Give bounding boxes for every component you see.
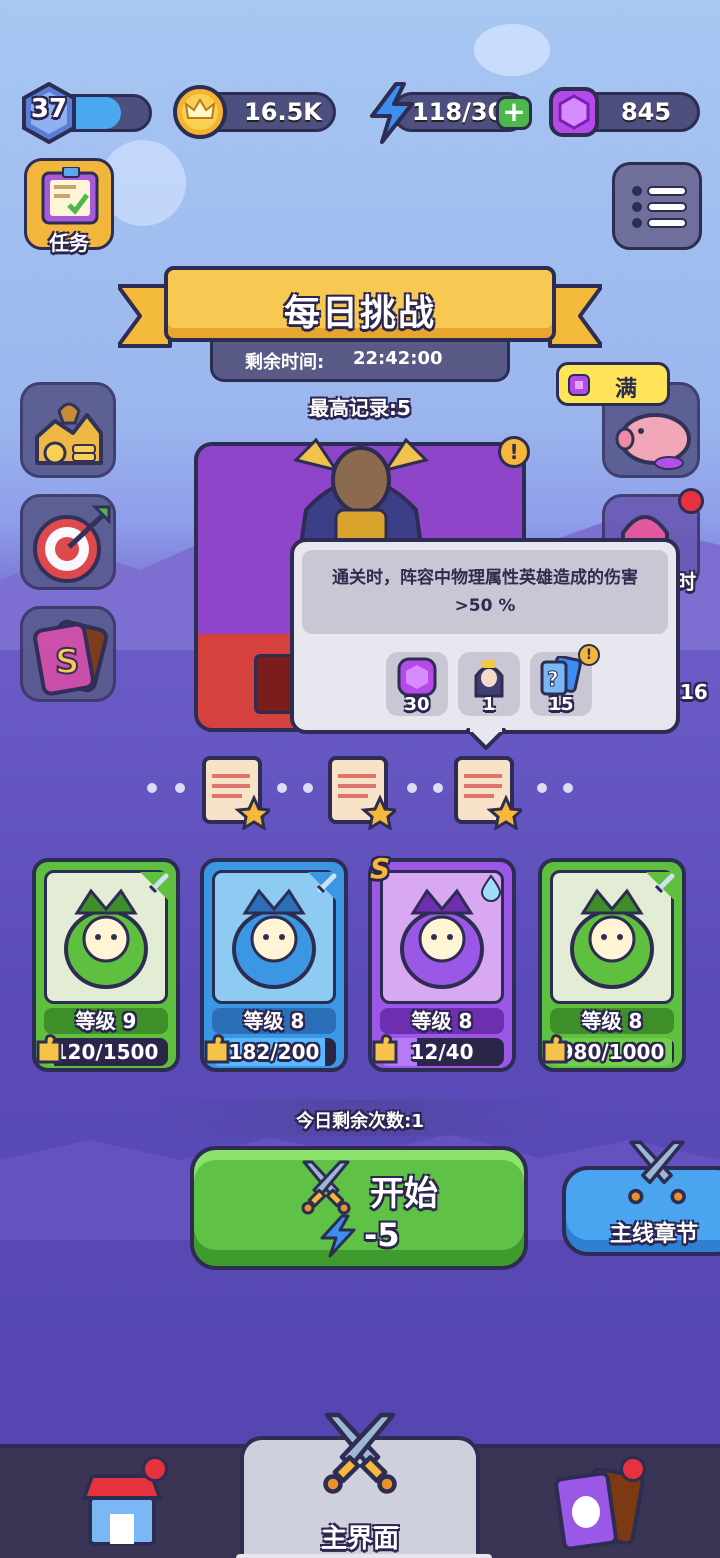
clipboard-icon [41, 167, 99, 225]
s-rank-card-icon: S [33, 619, 109, 696]
start-label: 开始 [370, 1174, 438, 1214]
challenge-title: 每日挑战 [283, 293, 436, 334]
remaining-attempts: 今日剩余次数:1 [296, 1111, 424, 1132]
sword-class-icon [646, 872, 676, 902]
start-challenge-button[interactable]: 开始 -5 [190, 1146, 528, 1270]
reward-hero-shard[interactable]: 1 [458, 652, 520, 716]
crossed-swords-icon [323, 1412, 397, 1494]
main-chapter-label: 主线章节 [610, 1222, 699, 1247]
hero-level: 等级 9 [44, 1008, 168, 1034]
tasks-button[interactable]: 任务 [24, 158, 114, 255]
exclamation-icon: ! [509, 440, 519, 464]
crown-coin-icon [173, 85, 227, 139]
nav-home-label: 主界面 [320, 1524, 399, 1554]
puzzle-piece-icon [542, 1034, 568, 1064]
puzzle-piece-icon [372, 1034, 398, 1064]
stage-scroll-3[interactable] [450, 752, 522, 830]
start-energy-cost: -5 [364, 1216, 400, 1254]
gold-amount: 16.5K [244, 98, 322, 126]
piggy-bank-status-bubble: 满 [556, 362, 670, 406]
piggy-bank-icon [615, 413, 691, 470]
hero-card[interactable]: 等级 8 182/200 [200, 858, 348, 1072]
hero-card[interactable]: 等级 9 120/1500 [32, 858, 180, 1072]
challenge-title-banner: 每日挑战 [164, 266, 556, 342]
nav-cards[interactable] [546, 1456, 656, 1556]
treasure-rewards-button[interactable] [20, 382, 116, 478]
exclamation-icon: ! [585, 647, 593, 663]
countdown-value: 22:42:00 [353, 348, 443, 369]
remaining-attempts-bar: 今日剩余次数:1 [160, 1100, 560, 1136]
purple-gem-icon [549, 87, 599, 137]
stage-scroll-2[interactable] [324, 752, 396, 830]
countdown-label: 剩余时间: [245, 352, 325, 373]
crossed-swords-icon [628, 1140, 686, 1205]
puzzle-piece-icon [36, 1034, 62, 1064]
svg-text:?: ? [547, 667, 559, 691]
shop-notification-dot [142, 1456, 168, 1482]
plus-icon: + [502, 95, 526, 128]
crossed-swords-icon [301, 1160, 351, 1215]
side-partial-number: 16 [680, 680, 708, 704]
svg-text:S: S [55, 642, 80, 682]
best-record: 最高记录:5 [309, 396, 411, 420]
small-gem-icon [568, 374, 590, 396]
reward-count: 15 [548, 694, 574, 715]
lightning-icon [370, 82, 414, 144]
hero-level: 等级 8 [380, 1008, 504, 1034]
add-energy-button[interactable]: + [496, 95, 532, 130]
s-card-button[interactable]: S [20, 606, 116, 702]
lightning-icon [320, 1214, 356, 1258]
countdown-bar: 剩余时间: 22:42:00 [210, 342, 510, 382]
hero-card[interactable]: 等级 8 12/40 [368, 858, 516, 1072]
sword-class-icon [140, 872, 170, 902]
rank-badge: S [370, 852, 391, 885]
purple-gem-icon [397, 657, 437, 697]
tasks-label: 任务 [49, 231, 89, 255]
hero-level: 等级 8 [212, 1008, 336, 1034]
gem-amount: 845 [620, 98, 672, 126]
puzzle-piece-icon [204, 1034, 230, 1064]
reward-count: 1 [482, 694, 496, 715]
piggy-bank-status: 满 [615, 377, 638, 402]
reward-info-badge[interactable]: ! [578, 644, 600, 666]
hero-shard-icon [474, 660, 504, 698]
bottom-nav: 主界面 [0, 1412, 720, 1558]
mystery-card-icon: ? [540, 656, 582, 696]
player-level: 37 [30, 94, 68, 124]
energy-amount: 118/30 [412, 98, 505, 126]
tooltip-condition-text: 通关时，阵容中物理属性英雄造成的伤害>50 % [332, 568, 638, 616]
hero-card[interactable]: 等级 8 980/1000 [538, 858, 686, 1072]
cards-notification-dot [620, 1456, 646, 1482]
list-menu-icon [632, 186, 687, 228]
menu-button[interactable] [612, 162, 702, 250]
sword-class-icon [308, 872, 338, 902]
challenge-condition-tooltip: 通关时，阵容中物理属性英雄造成的伤害>50 % 30 1 ? 15 ! [290, 538, 680, 734]
reward-gem[interactable]: 30 [386, 652, 448, 716]
stage-alert-badge[interactable]: ! [498, 436, 530, 468]
treasure-bag-icon [35, 402, 103, 465]
tooltip-text-area: 通关时，阵容中物理属性英雄造成的伤害>50 % [302, 550, 668, 634]
water-drop-icon [480, 874, 502, 902]
nav-shop[interactable] [70, 1456, 180, 1556]
reward-count: 30 [404, 694, 430, 715]
target-missions-button[interactable] [20, 494, 116, 590]
hero-level: 等级 8 [550, 1008, 674, 1034]
tooltip-pointer [466, 728, 506, 750]
stage-scroll-1[interactable] [198, 752, 270, 830]
home-indicator-bar [236, 1554, 492, 1558]
cloud [474, 24, 550, 76]
target-dart-icon [33, 505, 111, 583]
event-notification-dot [678, 488, 704, 514]
